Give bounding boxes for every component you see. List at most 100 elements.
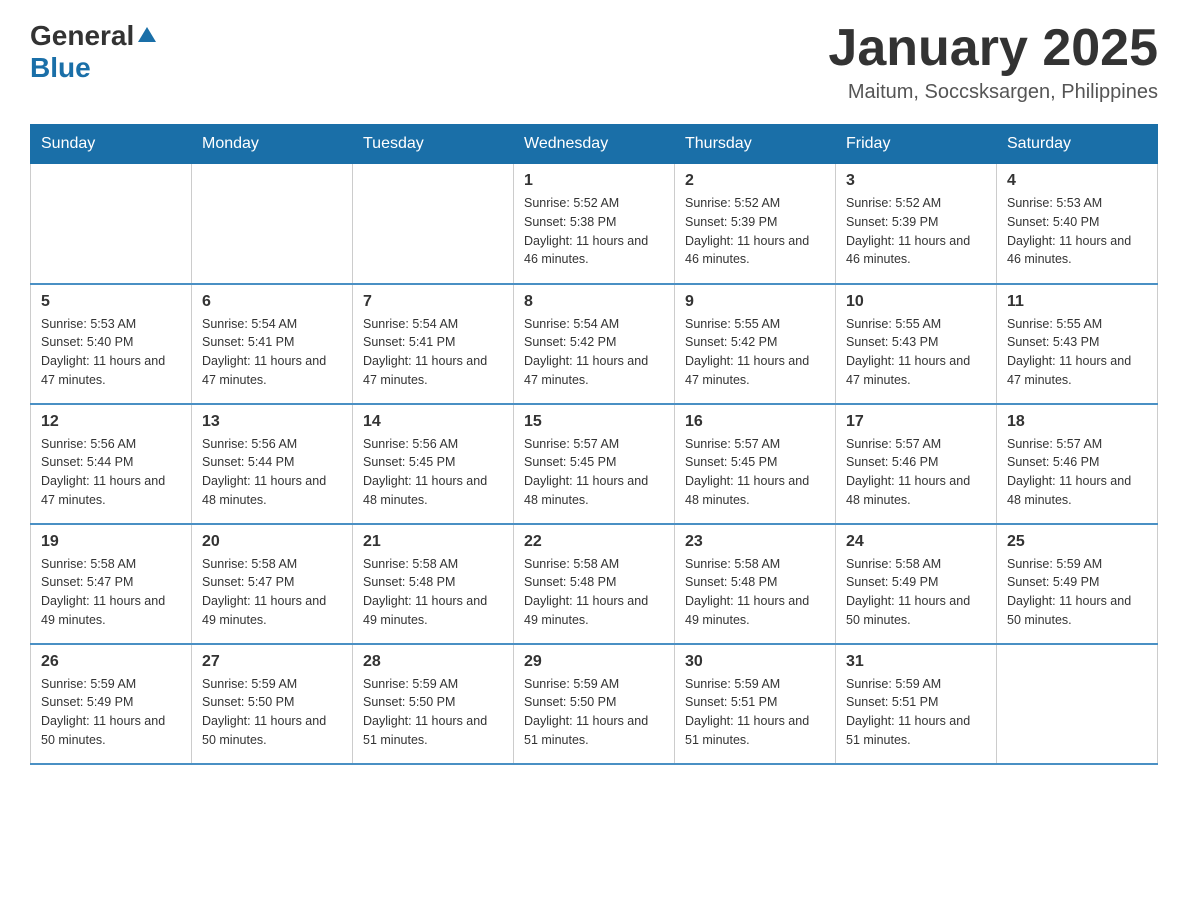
- calendar-cell: 5 Sunrise: 5:53 AM Sunset: 5:40 PM Daylig…: [31, 284, 192, 404]
- day-number: 18: [1007, 413, 1147, 431]
- day-info: Sunrise: 5:59 AM Sunset: 5:51 PM Dayligh…: [685, 675, 825, 750]
- calendar-week-row: 5 Sunrise: 5:53 AM Sunset: 5:40 PM Daylig…: [31, 284, 1158, 404]
- day-info: Sunrise: 5:58 AM Sunset: 5:48 PM Dayligh…: [685, 555, 825, 630]
- day-number: 3: [846, 172, 986, 190]
- day-info: Sunrise: 5:53 AM Sunset: 5:40 PM Dayligh…: [1007, 194, 1147, 269]
- calendar-cell: 21 Sunrise: 5:58 AM Sunset: 5:48 PM Dayli…: [353, 524, 514, 644]
- day-info: Sunrise: 5:59 AM Sunset: 5:50 PM Dayligh…: [202, 675, 342, 750]
- calendar-header-saturday: Saturday: [997, 125, 1158, 164]
- calendar-week-row: 1 Sunrise: 5:52 AM Sunset: 5:38 PM Daylig…: [31, 164, 1158, 284]
- day-info: Sunrise: 5:59 AM Sunset: 5:49 PM Dayligh…: [1007, 555, 1147, 630]
- logo: General Blue: [30, 20, 156, 84]
- calendar-header-wednesday: Wednesday: [514, 125, 675, 164]
- calendar-cell: 12Sunrise: 5:56 AM Sunset: 5:44 PM Dayli…: [31, 404, 192, 524]
- calendar-header-sunday: Sunday: [31, 125, 192, 164]
- calendar-cell: 28 Sunrise: 5:59 AM Sunset: 5:50 PM Dayli…: [353, 644, 514, 764]
- calendar-cell: [31, 164, 192, 284]
- day-number: 14: [363, 413, 503, 431]
- day-info: Sunrise: 5:54 AM Sunset: 5:41 PM Dayligh…: [363, 315, 503, 390]
- title-block: January 2025 Maitum, Soccsksargen, Phili…: [828, 20, 1158, 104]
- day-info: Sunrise: 5:57 AM Sunset: 5:46 PM Dayligh…: [846, 435, 986, 510]
- day-info: Sunrise: 5:59 AM Sunset: 5:50 PM Dayligh…: [524, 675, 664, 750]
- calendar-cell: 30 Sunrise: 5:59 AM Sunset: 5:51 PM Dayli…: [675, 644, 836, 764]
- day-info: Sunrise: 5:58 AM Sunset: 5:48 PM Dayligh…: [363, 555, 503, 630]
- calendar-header-tuesday: Tuesday: [353, 125, 514, 164]
- day-number: 21: [363, 533, 503, 551]
- calendar-week-row: 12Sunrise: 5:56 AM Sunset: 5:44 PM Dayli…: [31, 404, 1158, 524]
- day-info: Sunrise: 5:52 AM Sunset: 5:39 PM Dayligh…: [685, 194, 825, 269]
- day-info: Sunrise: 5:57 AM Sunset: 5:45 PM Dayligh…: [524, 435, 664, 510]
- day-number: 26: [41, 653, 181, 671]
- day-info: Sunrise: 5:55 AM Sunset: 5:42 PM Dayligh…: [685, 315, 825, 390]
- logo-triangle-icon: [138, 27, 156, 42]
- day-info: Sunrise: 5:55 AM Sunset: 5:43 PM Dayligh…: [846, 315, 986, 390]
- day-number: 8: [524, 293, 664, 311]
- calendar-cell: 31Sunrise: 5:59 AM Sunset: 5:51 PM Dayli…: [836, 644, 997, 764]
- day-info: Sunrise: 5:56 AM Sunset: 5:44 PM Dayligh…: [41, 435, 181, 510]
- day-number: 16: [685, 413, 825, 431]
- day-number: 5: [41, 293, 181, 311]
- calendar-cell: 1 Sunrise: 5:52 AM Sunset: 5:38 PM Daylig…: [514, 164, 675, 284]
- page-header: General Blue January 2025 Maitum, Soccsk…: [30, 20, 1158, 104]
- calendar-cell: 7 Sunrise: 5:54 AM Sunset: 5:41 PM Daylig…: [353, 284, 514, 404]
- day-number: 30: [685, 653, 825, 671]
- calendar-cell: 15 Sunrise: 5:57 AM Sunset: 5:45 PM Dayli…: [514, 404, 675, 524]
- day-info: Sunrise: 5:58 AM Sunset: 5:47 PM Dayligh…: [41, 555, 181, 630]
- day-number: 7: [363, 293, 503, 311]
- calendar-table: SundayMondayTuesdayWednesdayThursdayFrid…: [30, 124, 1158, 765]
- calendar-cell: 17 Sunrise: 5:57 AM Sunset: 5:46 PM Dayli…: [836, 404, 997, 524]
- day-info: Sunrise: 5:58 AM Sunset: 5:48 PM Dayligh…: [524, 555, 664, 630]
- day-info: Sunrise: 5:52 AM Sunset: 5:38 PM Dayligh…: [524, 194, 664, 269]
- day-info: Sunrise: 5:53 AM Sunset: 5:40 PM Dayligh…: [41, 315, 181, 390]
- calendar-cell: 27 Sunrise: 5:59 AM Sunset: 5:50 PM Dayli…: [192, 644, 353, 764]
- calendar-cell: 6 Sunrise: 5:54 AM Sunset: 5:41 PM Daylig…: [192, 284, 353, 404]
- day-info: Sunrise: 5:57 AM Sunset: 5:45 PM Dayligh…: [685, 435, 825, 510]
- calendar-header-friday: Friday: [836, 125, 997, 164]
- month-title: January 2025: [828, 20, 1158, 77]
- day-info: Sunrise: 5:58 AM Sunset: 5:49 PM Dayligh…: [846, 555, 986, 630]
- day-number: 22: [524, 533, 664, 551]
- calendar-cell: 22 Sunrise: 5:58 AM Sunset: 5:48 PM Dayli…: [514, 524, 675, 644]
- calendar-cell: 10 Sunrise: 5:55 AM Sunset: 5:43 PM Dayli…: [836, 284, 997, 404]
- day-number: 11: [1007, 293, 1147, 311]
- calendar-cell: [192, 164, 353, 284]
- calendar-cell: [353, 164, 514, 284]
- day-info: Sunrise: 5:54 AM Sunset: 5:42 PM Dayligh…: [524, 315, 664, 390]
- calendar-cell: 13 Sunrise: 5:56 AM Sunset: 5:44 PM Dayli…: [192, 404, 353, 524]
- calendar-cell: 20 Sunrise: 5:58 AM Sunset: 5:47 PM Dayli…: [192, 524, 353, 644]
- day-info: Sunrise: 5:52 AM Sunset: 5:39 PM Dayligh…: [846, 194, 986, 269]
- day-number: 6: [202, 293, 342, 311]
- location-title: Maitum, Soccsksargen, Philippines: [828, 81, 1158, 104]
- day-number: 15: [524, 413, 664, 431]
- calendar-week-row: 19Sunrise: 5:58 AM Sunset: 5:47 PM Dayli…: [31, 524, 1158, 644]
- day-number: 28: [363, 653, 503, 671]
- day-number: 23: [685, 533, 825, 551]
- day-number: 17: [846, 413, 986, 431]
- day-info: Sunrise: 5:55 AM Sunset: 5:43 PM Dayligh…: [1007, 315, 1147, 390]
- day-number: 24: [846, 533, 986, 551]
- day-info: Sunrise: 5:58 AM Sunset: 5:47 PM Dayligh…: [202, 555, 342, 630]
- day-number: 1: [524, 172, 664, 190]
- calendar-header-thursday: Thursday: [675, 125, 836, 164]
- calendar-cell: 16 Sunrise: 5:57 AM Sunset: 5:45 PM Dayli…: [675, 404, 836, 524]
- day-info: Sunrise: 5:59 AM Sunset: 5:51 PM Dayligh…: [846, 675, 986, 750]
- logo-blue-text: Blue: [30, 52, 91, 83]
- day-info: Sunrise: 5:57 AM Sunset: 5:46 PM Dayligh…: [1007, 435, 1147, 510]
- calendar-cell: 14 Sunrise: 5:56 AM Sunset: 5:45 PM Dayli…: [353, 404, 514, 524]
- calendar-cell: [997, 644, 1158, 764]
- day-number: 25: [1007, 533, 1147, 551]
- day-number: 20: [202, 533, 342, 551]
- calendar-cell: 24 Sunrise: 5:58 AM Sunset: 5:49 PM Dayli…: [836, 524, 997, 644]
- calendar-cell: 9 Sunrise: 5:55 AM Sunset: 5:42 PM Daylig…: [675, 284, 836, 404]
- day-number: 2: [685, 172, 825, 190]
- calendar-cell: 8 Sunrise: 5:54 AM Sunset: 5:42 PM Daylig…: [514, 284, 675, 404]
- day-info: Sunrise: 5:54 AM Sunset: 5:41 PM Dayligh…: [202, 315, 342, 390]
- day-info: Sunrise: 5:59 AM Sunset: 5:50 PM Dayligh…: [363, 675, 503, 750]
- day-info: Sunrise: 5:56 AM Sunset: 5:45 PM Dayligh…: [363, 435, 503, 510]
- day-info: Sunrise: 5:56 AM Sunset: 5:44 PM Dayligh…: [202, 435, 342, 510]
- day-number: 13: [202, 413, 342, 431]
- day-number: 10: [846, 293, 986, 311]
- day-info: Sunrise: 5:59 AM Sunset: 5:49 PM Dayligh…: [41, 675, 181, 750]
- day-number: 27: [202, 653, 342, 671]
- day-number: 9: [685, 293, 825, 311]
